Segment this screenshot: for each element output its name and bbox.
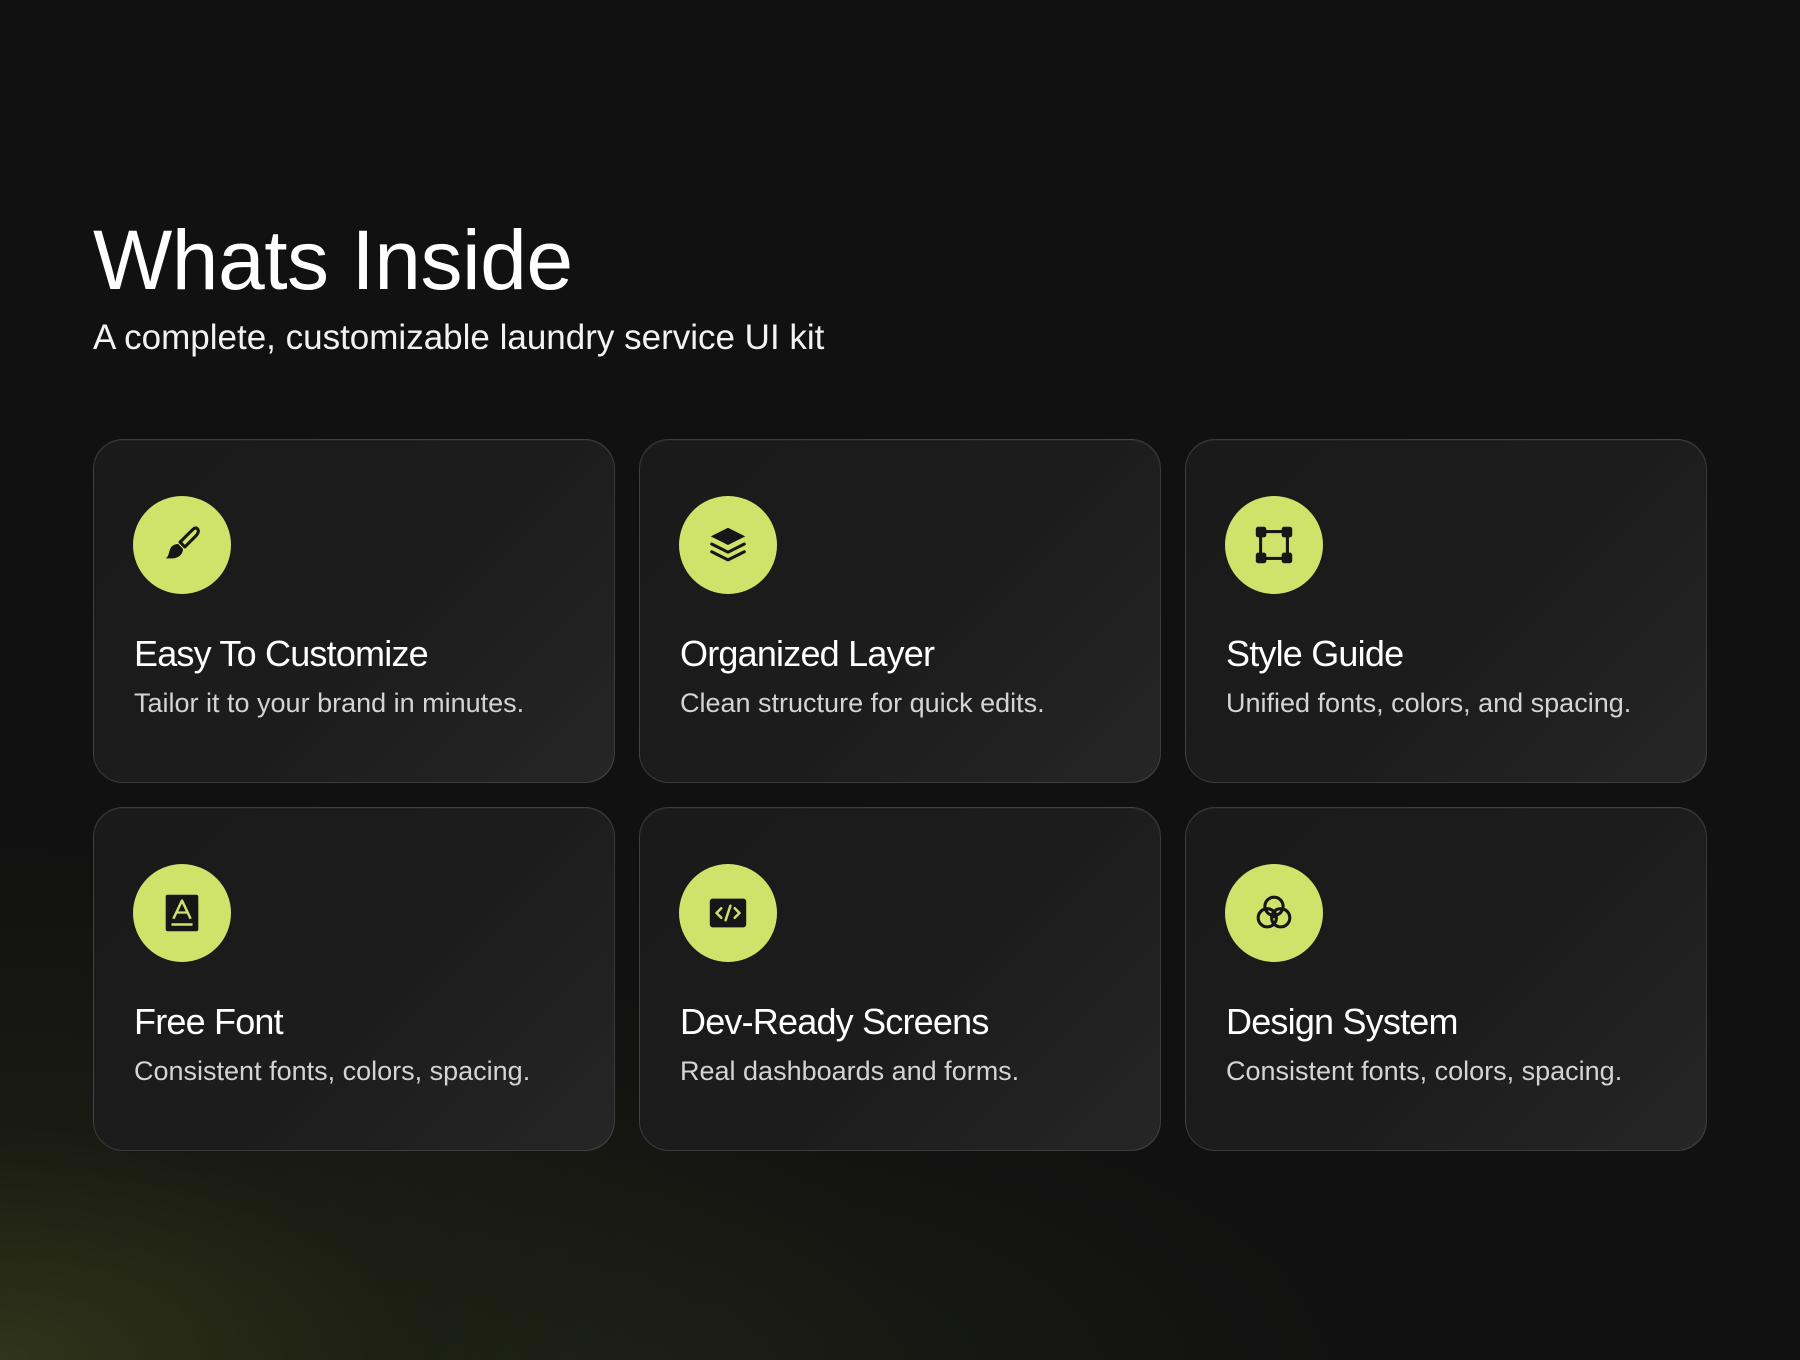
feature-title: Design System	[1226, 1001, 1458, 1042]
feature-card-design-system: Design System Consistent fonts, colors, …	[1185, 807, 1707, 1151]
feature-description: Real dashboards and forms.	[680, 1056, 1020, 1086]
feature-title: Dev-Ready Screens	[680, 1001, 989, 1042]
paintbrush-icon	[133, 496, 231, 594]
page-title: Whats Inside	[93, 213, 573, 307]
feature-card-easy-to-customize: Easy To Customize Tailor it to your bran…	[93, 439, 615, 783]
layers-icon	[679, 496, 777, 594]
feature-card-dev-ready-screens: Dev-Ready Screens Real dashboards and fo…	[639, 807, 1161, 1151]
feature-card-organized-layer: Organized Layer Clean structure for quic…	[639, 439, 1161, 783]
feature-description: Consistent fonts, colors, spacing.	[1226, 1056, 1623, 1086]
feature-title: Organized Layer	[680, 633, 935, 674]
feature-grid: Easy To Customize Tailor it to your bran…	[93, 439, 1707, 1151]
frame-nodes-icon	[1225, 496, 1323, 594]
feature-description: Unified fonts, colors, and spacing.	[1226, 688, 1632, 718]
feature-card-style-guide: Style Guide Unified fonts, colors, and s…	[1185, 439, 1707, 783]
code-icon	[679, 864, 777, 962]
feature-description: Tailor it to your brand in minutes.	[134, 688, 525, 718]
feature-title: Easy To Customize	[134, 633, 429, 674]
color-circles-icon	[1225, 864, 1323, 962]
feature-title: Free Font	[134, 1001, 284, 1042]
feature-description: Clean structure for quick edits.	[680, 688, 1045, 718]
feature-title: Style Guide	[1226, 633, 1404, 674]
feature-description: Consistent fonts, colors, spacing.	[134, 1056, 531, 1086]
whats-inside-section: Whats Inside A complete, customizable la…	[93, 210, 1707, 1151]
page-subtitle: A complete, customizable laundry service…	[93, 318, 825, 357]
typography-icon	[133, 864, 231, 962]
feature-card-free-font: Free Font Consistent fonts, colors, spac…	[93, 807, 615, 1151]
